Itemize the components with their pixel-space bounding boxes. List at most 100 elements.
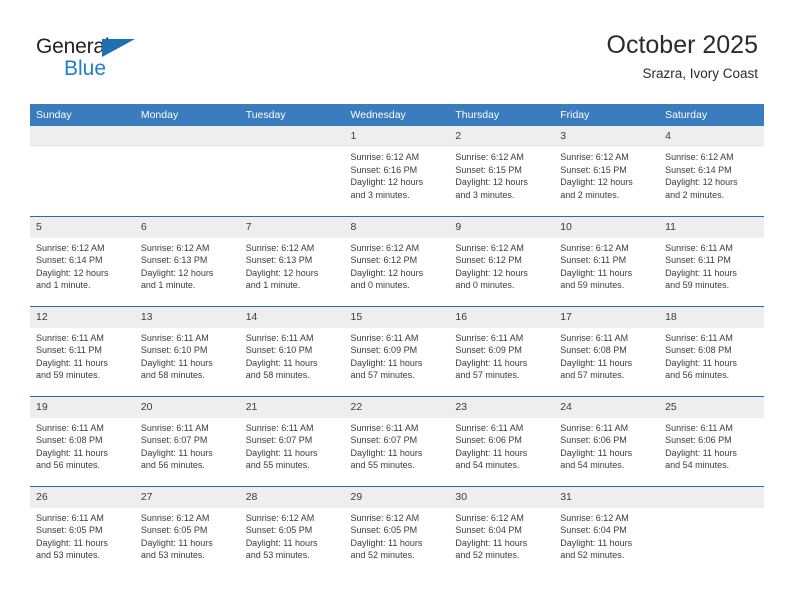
calendar-day-cell[interactable]: 8 Sunrise: 6:12 AM Sunset: 6:12 PM Daylight… bbox=[344, 215, 450, 306]
sunset-text: Sunset: 6:15 PM bbox=[560, 164, 627, 175]
day-details: Sunrise: 6:12 AM Sunset: 6:05 PM Daylight:… bbox=[345, 508, 450, 562]
sunrise-text: Sunrise: 6:11 AM bbox=[140, 422, 209, 433]
daylight-text-line2: and 3 minutes. bbox=[350, 189, 410, 200]
calendar-day-cell[interactable]: 22 Sunrise: 6:11 AM Sunset: 6:07 PM Dayligh… bbox=[344, 395, 450, 486]
weekday-header-sunday: Sunday bbox=[30, 104, 135, 126]
calendar-header-row-group: Sunday Monday Tuesday Wednesday Thursday… bbox=[30, 104, 764, 126]
weekday-header-row: Sunday Monday Tuesday Wednesday Thursday… bbox=[30, 104, 764, 126]
calendar-page: General Blue October 2025 Srazra, Ivory … bbox=[0, 0, 792, 612]
sunrise-text: Sunrise: 6:11 AM bbox=[455, 422, 524, 433]
sunrise-text: Sunrise: 6:11 AM bbox=[350, 422, 419, 433]
sunset-text: Sunset: 6:05 PM bbox=[140, 525, 208, 536]
sunset-text: Sunset: 6:12 PM bbox=[350, 255, 418, 266]
calendar-day-cell[interactable]: 31 Sunrise: 6:12 AM Sunset: 6:04 PM Dayligh… bbox=[554, 485, 660, 576]
calendar-day-cell[interactable]: 14 Sunrise: 6:11 AM Sunset: 6:10 PM Dayligh… bbox=[239, 305, 345, 396]
calendar-day-cell[interactable]: 28 Sunrise: 6:12 AM Sunset: 6:05 PM Dayligh… bbox=[239, 485, 345, 576]
title-block: October 2025 Srazra, Ivory Coast bbox=[607, 31, 759, 81]
sunrise-text: Sunrise: 6:12 AM bbox=[350, 152, 420, 162]
calendar-day-cell[interactable]: 11 Sunrise: 6:11 AM Sunset: 6:11 PM Dayligh… bbox=[659, 215, 764, 306]
day-number bbox=[30, 126, 135, 147]
calendar-day-cell-empty bbox=[239, 126, 345, 216]
page-subtitle: Srazra, Ivory Coast bbox=[642, 65, 758, 81]
day-number: 29 bbox=[344, 486, 450, 508]
daylight-text-line1: Daylight: 11 hours bbox=[560, 267, 633, 278]
sunset-text: Sunset: 6:07 PM bbox=[350, 435, 418, 446]
day-details: Sunrise: 6:11 AM Sunset: 6:11 PM Daylight:… bbox=[30, 328, 135, 382]
daylight-text-line2: and 56 minutes. bbox=[665, 370, 730, 381]
sunset-text: Sunset: 6:16 PM bbox=[350, 164, 418, 175]
day-number bbox=[239, 126, 345, 147]
day-details: Sunrise: 6:11 AM Sunset: 6:10 PM Daylight:… bbox=[240, 328, 345, 382]
general-blue-logo[interactable]: General Blue bbox=[36, 36, 156, 84]
daylight-text-line1: Daylight: 11 hours bbox=[455, 357, 528, 368]
daylight-text-line2: and 54 minutes. bbox=[455, 460, 520, 471]
calendar-day-cell[interactable]: 16 Sunrise: 6:11 AM Sunset: 6:09 PM Dayligh… bbox=[449, 305, 555, 396]
day-number: 26 bbox=[30, 486, 135, 508]
calendar-day-cell[interactable]: 1 Sunrise: 6:12 AM Sunset: 6:16 PM Daylight… bbox=[344, 126, 450, 216]
calendar-day-cell[interactable]: 19 Sunrise: 6:11 AM Sunset: 6:08 PM Dayligh… bbox=[30, 395, 135, 486]
day-number: 7 bbox=[239, 216, 345, 238]
sunset-text: Sunset: 6:10 PM bbox=[245, 345, 313, 356]
calendar-day-cell[interactable]: 2 Sunrise: 6:12 AM Sunset: 6:15 PM Daylight… bbox=[449, 126, 555, 216]
calendar-day-cell[interactable]: 20 Sunrise: 6:11 AM Sunset: 6:07 PM Dayligh… bbox=[134, 395, 240, 486]
day-number: 13 bbox=[134, 306, 240, 328]
calendar-day-cell[interactable]: 12 Sunrise: 6:11 AM Sunset: 6:11 PM Dayligh… bbox=[30, 305, 135, 396]
sunset-text: Sunset: 6:14 PM bbox=[36, 255, 103, 266]
weekday-header-wednesday: Wednesday bbox=[344, 104, 450, 126]
sunrise-text: Sunrise: 6:11 AM bbox=[245, 422, 314, 433]
day-number: 31 bbox=[554, 486, 660, 508]
calendar-day-cell[interactable]: 29 Sunrise: 6:12 AM Sunset: 6:05 PM Dayligh… bbox=[344, 485, 450, 576]
weekday-header-monday: Monday bbox=[134, 104, 240, 126]
calendar-day-cell[interactable]: 27 Sunrise: 6:12 AM Sunset: 6:05 PM Dayligh… bbox=[134, 485, 240, 576]
sunset-text: Sunset: 6:05 PM bbox=[36, 525, 103, 536]
daylight-text-line1: Daylight: 11 hours bbox=[455, 537, 528, 548]
calendar-day-cell[interactable]: 6 Sunrise: 6:12 AM Sunset: 6:13 PM Daylight… bbox=[134, 215, 240, 306]
daylight-text-line2: and 2 minutes. bbox=[560, 189, 620, 200]
sunrise-text: Sunrise: 6:11 AM bbox=[455, 332, 524, 343]
day-number: 5 bbox=[30, 216, 135, 238]
daylight-text-line2: and 52 minutes. bbox=[455, 550, 520, 561]
calendar-day-cell[interactable]: 23 Sunrise: 6:11 AM Sunset: 6:06 PM Dayligh… bbox=[449, 395, 555, 486]
day-details: Sunrise: 6:11 AM Sunset: 6:07 PM Daylight:… bbox=[345, 418, 450, 472]
calendar-day-cell[interactable]: 9 Sunrise: 6:12 AM Sunset: 6:12 PM Daylight… bbox=[449, 215, 555, 306]
calendar-day-cell[interactable]: 15 Sunrise: 6:11 AM Sunset: 6:09 PM Dayligh… bbox=[344, 305, 450, 396]
sunset-text: Sunset: 6:14 PM bbox=[665, 164, 732, 175]
calendar-day-cell[interactable]: 5 Sunrise: 6:12 AM Sunset: 6:14 PM Daylight… bbox=[30, 215, 135, 306]
sunrise-text: Sunrise: 6:12 AM bbox=[455, 152, 524, 162]
day-details: Sunrise: 6:11 AM Sunset: 6:07 PM Daylight:… bbox=[135, 418, 240, 472]
calendar-day-cell[interactable]: 13 Sunrise: 6:11 AM Sunset: 6:10 PM Dayligh… bbox=[134, 305, 240, 396]
day-number: 10 bbox=[554, 216, 660, 238]
calendar-day-cell[interactable]: 3 Sunrise: 6:12 AM Sunset: 6:15 PM Daylight… bbox=[554, 126, 660, 216]
calendar-day-cell[interactable]: 24 Sunrise: 6:11 AM Sunset: 6:06 PM Dayligh… bbox=[554, 395, 660, 486]
calendar-day-cell[interactable]: 25 Sunrise: 6:11 AM Sunset: 6:06 PM Dayligh… bbox=[659, 395, 764, 486]
calendar-day-cell[interactable]: 30 Sunrise: 6:12 AM Sunset: 6:04 PM Dayligh… bbox=[449, 485, 555, 576]
logo-text-general: General bbox=[36, 35, 110, 58]
daylight-text-line1: Daylight: 12 hours bbox=[455, 177, 528, 188]
day-details: Sunrise: 6:11 AM Sunset: 6:06 PM Daylight:… bbox=[449, 418, 554, 472]
sunset-text: Sunset: 6:07 PM bbox=[245, 435, 313, 446]
calendar-day-cell[interactable]: 4 Sunrise: 6:12 AM Sunset: 6:14 PM Daylight… bbox=[659, 126, 764, 216]
weekday-header-friday: Friday bbox=[554, 104, 660, 126]
daylight-text-line1: Daylight: 12 hours bbox=[350, 177, 424, 188]
weekday-header-tuesday: Tuesday bbox=[239, 104, 345, 126]
sunset-text: Sunset: 6:13 PM bbox=[245, 255, 313, 266]
daylight-text-line2: and 55 minutes. bbox=[245, 460, 310, 471]
calendar-day-cell[interactable]: 26 Sunrise: 6:11 AM Sunset: 6:05 PM Dayligh… bbox=[30, 485, 135, 576]
calendar-day-cell[interactable]: 7 Sunrise: 6:12 AM Sunset: 6:13 PM Daylight… bbox=[239, 215, 345, 306]
daylight-text-line2: and 54 minutes. bbox=[560, 460, 625, 471]
daylight-text-line1: Daylight: 11 hours bbox=[350, 357, 423, 368]
daylight-text-line1: Daylight: 12 hours bbox=[36, 267, 109, 278]
day-number: 4 bbox=[659, 126, 764, 147]
day-details: Sunrise: 6:12 AM Sunset: 6:15 PM Daylight:… bbox=[554, 147, 659, 201]
day-number: 20 bbox=[134, 396, 240, 418]
sunset-text: Sunset: 6:09 PM bbox=[455, 345, 522, 356]
sunrise-text: Sunrise: 6:12 AM bbox=[140, 242, 210, 253]
calendar-day-cell[interactable]: 17 Sunrise: 6:11 AM Sunset: 6:08 PM Dayligh… bbox=[554, 305, 660, 396]
calendar-day-cell[interactable]: 21 Sunrise: 6:11 AM Sunset: 6:07 PM Dayligh… bbox=[239, 395, 345, 486]
calendar-day-cell[interactable]: 10 Sunrise: 6:12 AM Sunset: 6:11 PM Dayligh… bbox=[554, 215, 660, 306]
daylight-text-line1: Daylight: 12 hours bbox=[140, 267, 214, 278]
page-header: General Blue October 2025 Srazra, Ivory … bbox=[0, 0, 792, 104]
calendar-day-cell[interactable]: 18 Sunrise: 6:11 AM Sunset: 6:08 PM Dayligh… bbox=[659, 305, 764, 396]
day-number bbox=[659, 486, 764, 508]
daylight-text-line1: Daylight: 11 hours bbox=[140, 537, 213, 548]
